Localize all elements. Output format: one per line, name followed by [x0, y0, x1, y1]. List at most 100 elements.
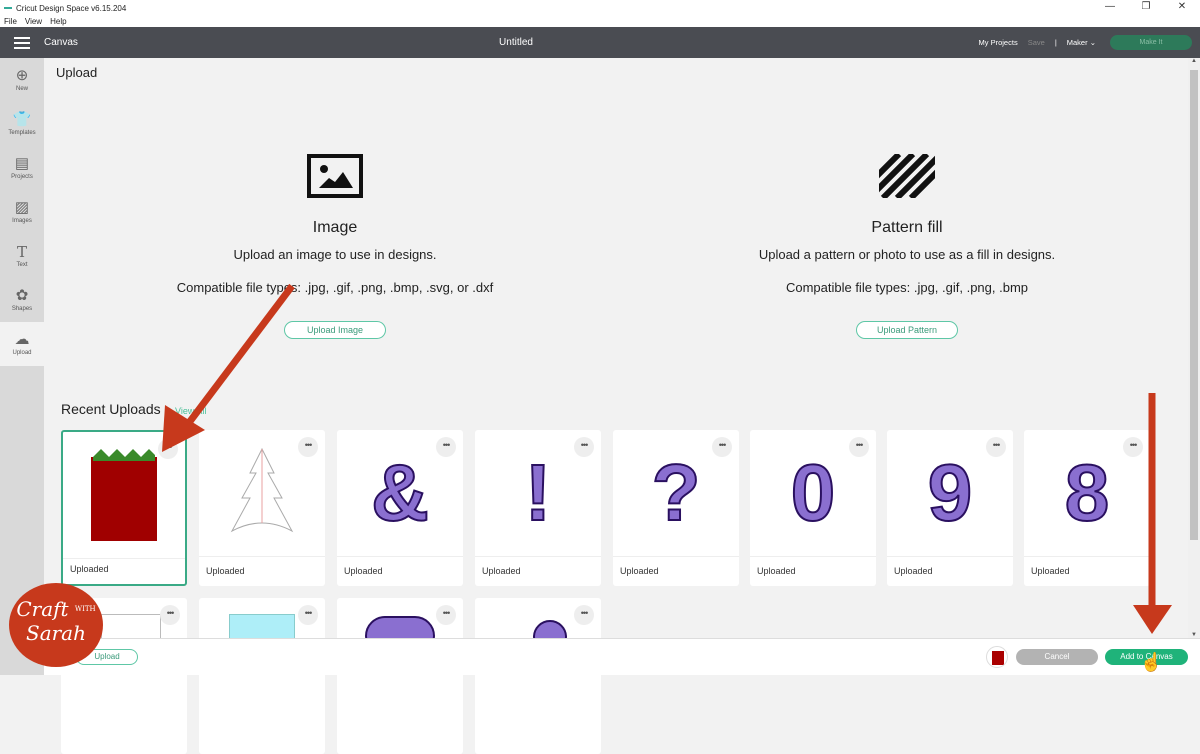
upload-image-button[interactable]: Upload Image	[284, 321, 386, 339]
my-projects-link[interactable]: My Projects	[979, 38, 1018, 47]
machine-select[interactable]: Maker ⌄	[1067, 38, 1096, 47]
sidebar-item-projects[interactable]: ▤ Projects	[0, 146, 44, 190]
upload-card[interactable]: •••	[475, 598, 601, 754]
pattern-description: Upload a pattern or photo to use as a fi…	[758, 247, 1056, 262]
sidebar: ⊕ New 👕 Templates ▤ Projects ▨ Images T …	[0, 58, 44, 675]
upload-card[interactable]: 8 ••• Uploaded	[1024, 430, 1150, 586]
plus-circle-icon: ⊕	[15, 67, 29, 84]
sidebar-item-text[interactable]: T Text	[0, 234, 44, 278]
watermark-line1: Craft	[16, 597, 69, 621]
sidebar-item-templates[interactable]: 👕 Templates	[0, 102, 44, 146]
sidebar-label: Images	[12, 218, 32, 224]
save-button[interactable]: Save	[1028, 38, 1045, 47]
image-icon: ▨	[14, 199, 30, 216]
upload-panel: Upload Image Upload an image to use in d…	[44, 58, 1188, 754]
baby-eight-image: 8	[1064, 447, 1110, 538]
more-options-button[interactable]: •••	[712, 437, 732, 457]
page-title: Upload	[56, 65, 98, 80]
baby-nine-image: 9	[927, 447, 973, 538]
footer-bar: Upload Cancel Add to Canvas	[44, 638, 1200, 675]
menu-view[interactable]: View	[25, 17, 42, 26]
watermark-with: WITH	[74, 605, 96, 613]
app-header: Canvas Untitled My Projects Save | Maker…	[0, 27, 1200, 58]
upload-label: Uploaded	[757, 566, 796, 576]
upload-label: Uploaded	[344, 566, 383, 576]
upload-label: Uploaded	[206, 566, 245, 576]
restore-button[interactable]: ❐	[1128, 0, 1164, 16]
menu-file[interactable]: File	[4, 17, 17, 26]
upload-card[interactable]: •••	[199, 598, 325, 754]
upload-label: Uploaded	[894, 566, 933, 576]
craft-with-sarah-watermark: Craft WITH Sarah	[9, 583, 103, 667]
pattern-heading: Pattern fill	[871, 219, 943, 236]
scroll-up-arrow-icon[interactable]: ▲	[1188, 58, 1200, 64]
tshirt-icon: 👕	[12, 111, 32, 128]
upload-card[interactable]: ••• Uploaded	[61, 430, 187, 586]
vertical-scrollbar[interactable]: ▲ ▼	[1188, 58, 1200, 638]
upload-label: Uploaded	[620, 566, 659, 576]
pattern-stripes-icon	[879, 154, 935, 198]
red-tree-strip-image	[91, 449, 157, 541]
close-button[interactable]: ✕	[1164, 0, 1200, 16]
upload-card[interactable]: ! ••• Uploaded	[475, 430, 601, 586]
more-options-button[interactable]: •••	[158, 439, 178, 459]
image-heading: Image	[312, 219, 358, 236]
upload-pattern-button[interactable]: Upload Pattern	[856, 321, 958, 339]
upload-card[interactable]: ••• Uploaded	[199, 430, 325, 586]
more-options-button[interactable]: •••	[574, 605, 594, 625]
window-title: Cricut Design Space v6.15.204	[16, 3, 127, 13]
outline-tree-image	[230, 447, 294, 533]
more-options-button[interactable]: •••	[986, 437, 1006, 457]
window-titlebar: Cricut Design Space v6.15.204 — ❐ ✕	[0, 0, 1200, 16]
upload-label: Uploaded	[70, 564, 109, 574]
watermark-line2: Sarah	[26, 621, 86, 645]
baby-exclamation-image: !	[524, 447, 553, 538]
pattern-upload-section: Pattern fill Upload a pattern or photo t…	[657, 154, 1157, 339]
hand-pointer-cursor-icon: ☝	[1140, 652, 1163, 672]
selected-preview-thumbnail	[986, 646, 1008, 668]
upload-card[interactable]: ? ••• Uploaded	[613, 430, 739, 586]
more-options-button[interactable]: •••	[298, 605, 318, 625]
image-description: Upload an image to use in designs.	[233, 247, 437, 262]
pattern-file-types: Compatible file types: .jpg, .gif, .png,…	[785, 280, 1029, 295]
upload-card[interactable]: 9 ••• Uploaded	[887, 430, 1013, 586]
more-options-button[interactable]: •••	[574, 437, 594, 457]
shapes-icon: ✿	[15, 287, 29, 304]
chevron-down-icon: ⌄	[1089, 38, 1096, 47]
minimize-button[interactable]: —	[1092, 0, 1128, 16]
document-title[interactable]: Untitled	[0, 37, 1032, 48]
cancel-button[interactable]: Cancel	[1016, 649, 1098, 665]
more-options-button[interactable]: •••	[160, 605, 180, 625]
image-upload-section: Image Upload an image to use in designs.…	[85, 154, 585, 339]
sidebar-item-images[interactable]: ▨ Images	[0, 190, 44, 234]
app-logo-icon	[4, 7, 12, 9]
more-options-button[interactable]: •••	[436, 605, 456, 625]
sidebar-label: Text	[16, 262, 28, 268]
sidebar-label: Templates	[8, 130, 36, 136]
upload-card[interactable]: & ••• Uploaded	[337, 430, 463, 586]
sidebar-label: Shapes	[11, 306, 33, 312]
upload-label: Uploaded	[482, 566, 521, 576]
menubar: File View Help	[0, 15, 1200, 27]
machine-label: Maker	[1066, 38, 1088, 47]
image-icon	[307, 154, 363, 198]
baby-ampersand-image: &	[370, 447, 430, 538]
sidebar-item-shapes[interactable]: ✿ Shapes	[0, 278, 44, 322]
baby-zero-image: 0	[790, 447, 836, 538]
more-options-button[interactable]: •••	[298, 437, 318, 457]
sidebar-item-new[interactable]: ⊕ New	[0, 58, 44, 102]
upload-card[interactable]: 0 ••• Uploaded	[750, 430, 876, 586]
sidebar-label: Upload	[12, 350, 32, 356]
sidebar-item-upload[interactable]: ☁ Upload	[0, 322, 44, 366]
make-it-button[interactable]: Make It	[1110, 35, 1192, 50]
recent-uploads-heading: Recent Uploads	[61, 401, 161, 417]
more-options-button[interactable]: •••	[436, 437, 456, 457]
more-options-button[interactable]: •••	[849, 437, 869, 457]
divider: |	[1054, 38, 1057, 47]
upload-card[interactable]: •••	[337, 598, 463, 754]
more-options-button[interactable]: •••	[1123, 437, 1143, 457]
scrollbar-thumb[interactable]	[1190, 70, 1198, 540]
view-all-link[interactable]: View All	[175, 406, 206, 416]
baby-question-image: ?	[651, 447, 702, 538]
menu-help[interactable]: Help	[50, 17, 66, 26]
